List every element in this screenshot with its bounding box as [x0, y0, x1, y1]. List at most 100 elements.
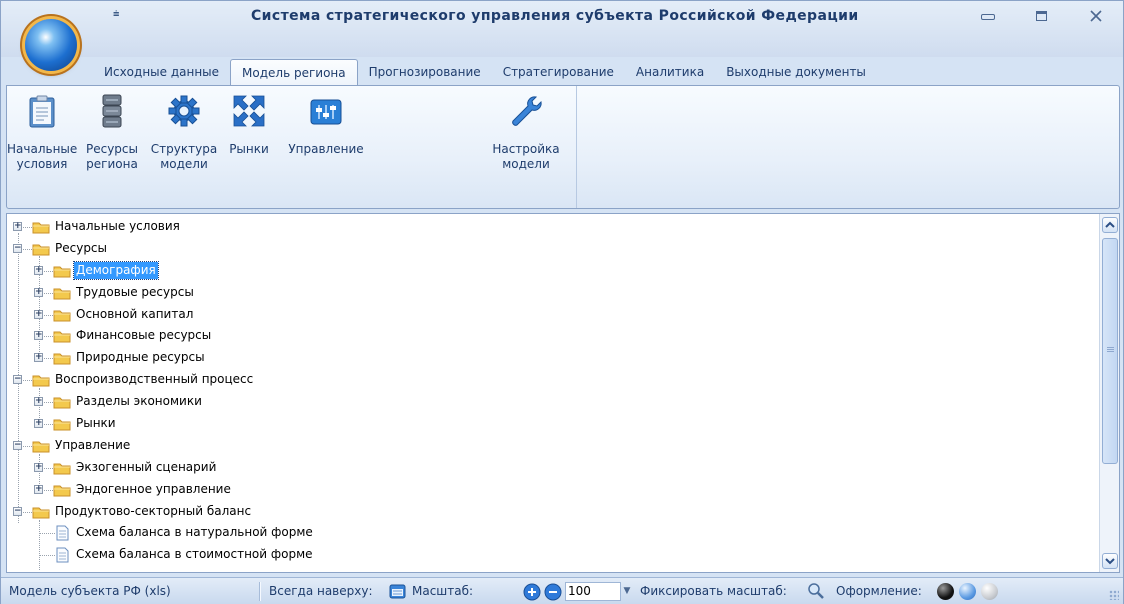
minimize-button[interactable]	[976, 7, 1000, 25]
model-tree-panel: + Начальные условия − Ресурсы + Демограф…	[6, 213, 1120, 573]
model-settings-button[interactable]: Настройка модели	[479, 94, 573, 172]
model-tree: + Начальные условия − Ресурсы + Демограф…	[7, 216, 1099, 570]
resize-grip[interactable]	[1109, 590, 1119, 600]
wrench-icon	[512, 96, 542, 126]
collapse-icon[interactable]: −	[13, 375, 22, 385]
tree-node[interactable]: Схема баланса в стоимостной форме	[7, 544, 1099, 566]
tree-node[interactable]: + Экзогенный сценарий	[7, 457, 1099, 479]
folder-open-icon	[32, 507, 50, 519]
tree-node-label: Основной капитал	[76, 306, 194, 321]
tree-node-label: Рынки	[76, 416, 116, 431]
application-orb-button[interactable]	[25, 19, 77, 71]
expand-icon[interactable]: +	[34, 484, 43, 494]
zoom-out-icon[interactable]	[544, 583, 562, 601]
window-pin-icon[interactable]	[389, 583, 406, 600]
tab-region-model[interactable]: Модель региона	[230, 59, 358, 85]
tree-node[interactable]: + Финансовые ресурсы	[7, 325, 1099, 347]
tree-node[interactable]: + Начальные условия	[7, 216, 1099, 238]
tree-node[interactable]: + Эндогенное управление	[7, 479, 1099, 501]
tree-node[interactable]: − Продуктово-секторный баланс	[7, 501, 1099, 523]
expand-icon[interactable]: +	[13, 222, 22, 231]
control-button[interactable]: Управление	[279, 94, 373, 157]
control-label: Управление	[288, 142, 364, 156]
quick-access-toolbar-icon[interactable]: ⩧	[113, 7, 119, 21]
model-structure-button[interactable]: Структура модели	[147, 94, 221, 172]
magnifier-icon[interactable]	[807, 582, 825, 600]
expand-icon[interactable]: +	[34, 462, 43, 472]
collapse-icon[interactable]: −	[13, 440, 22, 450]
document-icon	[56, 547, 69, 563]
folder-icon	[32, 222, 50, 234]
tree-node[interactable]: + Разделы экономики	[7, 391, 1099, 413]
tree-node[interactable]: − Ресурсы	[7, 238, 1099, 260]
tree-node[interactable]: Схема баланса в натуральной форме	[7, 522, 1099, 544]
tree-node[interactable]: + Основной капитал	[7, 304, 1099, 326]
vertical-scrollbar[interactable]	[1099, 214, 1119, 572]
close-button[interactable]	[1084, 7, 1108, 25]
scroll-thumb[interactable]	[1102, 238, 1118, 464]
folder-icon	[53, 485, 71, 497]
tree-node-label: Разделы экономики	[76, 394, 202, 409]
expand-icon[interactable]: +	[34, 419, 43, 429]
scroll-up-button[interactable]	[1102, 217, 1118, 233]
collapse-icon[interactable]: −	[13, 243, 22, 253]
folder-icon	[53, 266, 71, 278]
maximize-icon	[1035, 11, 1047, 21]
tab-strategy[interactable]: Стратегирование	[492, 59, 625, 85]
folder-icon	[53, 419, 71, 431]
fix-scale-label: Фиксировать масштаб:	[640, 584, 787, 598]
clipboard-icon	[29, 95, 55, 128]
markets-button[interactable]: Рынки	[221, 94, 277, 157]
tree-node-label-selected: Демография	[73, 260, 159, 280]
model-structure-label-1: Структура	[150, 142, 218, 156]
zoom-dropdown-button[interactable]: ▼	[619, 582, 635, 601]
tree-node-label: Схема баланса в стоимостной форме	[76, 547, 313, 562]
zoom-in-icon[interactable]	[523, 583, 541, 601]
scroll-down-button[interactable]	[1102, 553, 1118, 569]
initial-conditions-button[interactable]: Начальные условия	[7, 94, 77, 172]
tree-node-label: Ресурсы	[55, 240, 108, 255]
tree-node-label: Экзогенный сценарий	[76, 459, 217, 474]
tree-node[interactable]: + Трудовые ресурсы	[7, 282, 1099, 304]
theme-label: Оформление:	[836, 584, 922, 598]
model-structure-label-2: модели	[160, 157, 208, 171]
expand-icon[interactable]: +	[34, 331, 43, 341]
tree-node[interactable]: + Демография	[7, 260, 1099, 282]
expand-icon[interactable]: +	[34, 397, 43, 407]
chevron-up-icon	[1105, 221, 1115, 228]
tab-output-documents[interactable]: Выходные документы	[715, 59, 877, 85]
ribbon-panel: Начальные условия Ресурсы региона Структ…	[6, 85, 1120, 209]
document-icon	[56, 525, 69, 541]
region-resources-button[interactable]: Ресурсы региона	[79, 94, 145, 172]
tree-node[interactable]: − Воспроизводственный процесс	[7, 369, 1099, 391]
tree-node[interactable]: + Природные ресурсы	[7, 347, 1099, 369]
tree-node[interactable]: − Управление	[7, 435, 1099, 457]
zoom-input[interactable]: 100	[565, 582, 621, 601]
database-icon	[102, 94, 122, 128]
tree-node-label: Схема баланса в натуральной форме	[76, 525, 313, 540]
expand-icon[interactable]: +	[34, 287, 43, 297]
expand-icon[interactable]: +	[34, 353, 43, 363]
tab-analytics[interactable]: Аналитика	[625, 59, 715, 85]
theme-blue-icon[interactable]	[959, 583, 976, 600]
always-on-top-label: Всегда наверху:	[269, 584, 373, 598]
expand-icon[interactable]: +	[34, 265, 43, 275]
folder-open-icon	[32, 375, 50, 387]
tab-source-data[interactable]: Исходные данные	[93, 59, 230, 85]
maximize-button[interactable]	[1029, 7, 1053, 25]
tree-node-label: Начальные условия	[55, 219, 180, 233]
region-resources-label-1: Ресурсы	[85, 142, 138, 156]
ribbon-group-model: Начальные условия Ресурсы региона Структ…	[7, 86, 577, 208]
chevron-down-icon	[1105, 558, 1115, 565]
expand-icon[interactable]: +	[34, 309, 43, 319]
scale-label: Масштаб:	[412, 584, 474, 598]
theme-black-icon[interactable]	[937, 583, 954, 600]
tree-node[interactable]: + Рынки	[7, 413, 1099, 435]
folder-icon	[53, 397, 71, 409]
tab-forecasting[interactable]: Прогнозирование	[358, 59, 492, 85]
window-title: Система стратегического управления субъе…	[251, 8, 859, 24]
folder-icon	[53, 331, 71, 343]
collapse-icon[interactable]: −	[13, 506, 22, 516]
theme-silver-icon[interactable]	[981, 583, 998, 600]
markets-label: Рынки	[229, 142, 269, 156]
